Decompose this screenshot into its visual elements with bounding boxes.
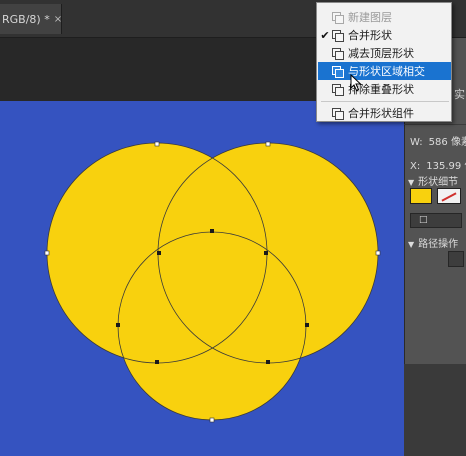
combine-shapes-icon (332, 29, 344, 42)
intersect-shape-areas-icon (332, 65, 344, 78)
menu-item-exclude-overlapping-shapes[interactable]: 排除重叠形状 (318, 80, 451, 98)
stroke-options-dropdown[interactable]: □ (410, 213, 462, 228)
menu-item-subtract-front-shape[interactable]: 减去顶层形状 (318, 44, 451, 62)
x-label: X: (410, 161, 421, 172)
document-tab-title: RGB/8) * (2, 12, 50, 26)
panel-divider (404, 124, 466, 125)
menu-separator (321, 101, 449, 102)
menu-item-label: 减去顶层形状 (348, 47, 414, 60)
width-row[interactable]: W: 586 像素 (410, 133, 466, 148)
stroke-style-icon: □ (419, 215, 428, 225)
shape-details-header[interactable]: ▼ 形状细节 (408, 173, 458, 188)
close-tab-icon[interactable]: × (54, 14, 62, 25)
menu-item-label: 合并形状组件 (348, 107, 414, 120)
menu-item-new-layer[interactable]: 新建图层 (318, 8, 451, 26)
menu-item-combine-shapes[interactable]: ✔ 合并形状 (318, 26, 451, 44)
x-value[interactable]: 135.99 像 (426, 161, 466, 172)
fill-color-swatch[interactable] (410, 188, 432, 204)
path-operations-menu: 新建图层 ✔ 合并形状 减去顶层形状 与形状区域相交 排除重叠形状 合并形状组件 (316, 2, 452, 122)
collapse-triangle-icon[interactable]: ▼ (408, 178, 414, 187)
menu-item-label: 合并形状 (348, 29, 392, 42)
stroke-color-swatch[interactable] (437, 188, 461, 204)
menu-item-merge-shape-components[interactable]: 合并形状组件 (318, 104, 451, 122)
shape-details-label: 形状细节 (418, 177, 459, 188)
menu-item-label: 新建图层 (348, 11, 392, 24)
checkmark-icon: ✔ (320, 28, 330, 42)
panel-lower-area (404, 364, 466, 456)
menu-item-intersect-shape-areas[interactable]: 与形状区域相交 (318, 62, 451, 80)
width-value[interactable]: 586 像素 (429, 137, 466, 148)
new-layer-icon (332, 11, 344, 24)
subtract-front-shape-icon (332, 47, 344, 60)
bottom-circle-shape[interactable] (118, 232, 306, 420)
mouse-cursor-icon (350, 74, 362, 92)
path-operation-button[interactable] (448, 251, 464, 267)
path-operations-label: 路径操作 (418, 239, 459, 250)
exclude-overlapping-shapes-icon (332, 83, 344, 96)
width-label: W: (410, 137, 423, 148)
panel-header-label: 实 (454, 88, 465, 101)
collapse-triangle-icon[interactable]: ▼ (408, 240, 414, 249)
x-row[interactable]: X: 135.99 像 (410, 157, 466, 172)
path-operations-header[interactable]: ▼ 路径操作 (408, 235, 458, 250)
merge-shape-components-icon (332, 107, 344, 120)
document-tab[interactable]: RGB/8) * × (0, 4, 62, 34)
